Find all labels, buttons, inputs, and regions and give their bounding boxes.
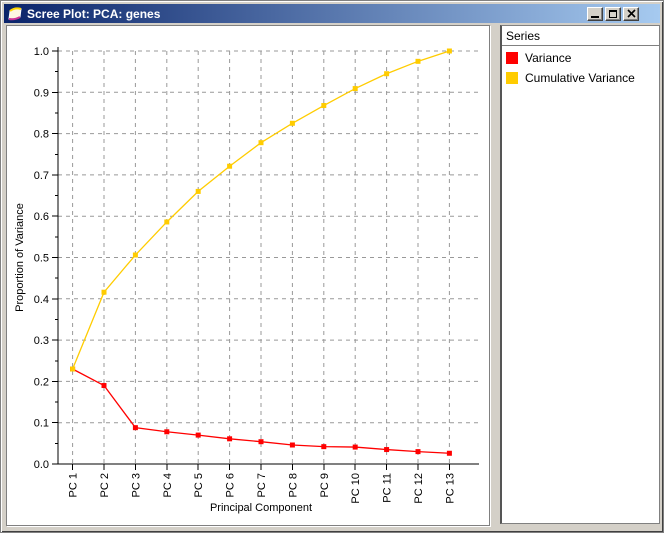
legend-label: Cumulative Variance <box>525 71 635 85</box>
data-point-cumulative-variance <box>289 120 295 126</box>
data-point-variance <box>321 444 327 450</box>
legend-item-variance: Variance <box>502 48 659 68</box>
window-title: Scree Plot: PCA: genes <box>27 6 161 21</box>
y-tick-label: 0.6 <box>34 211 49 223</box>
y-tick-label: 0.2 <box>34 376 49 388</box>
x-tick-label: PC 1 <box>68 473 80 497</box>
x-tick-label: PC 9 <box>319 473 331 497</box>
data-point-cumulative-variance <box>352 86 358 92</box>
x-tick-label: PC 2 <box>99 473 111 497</box>
app-fan-icon <box>8 6 22 20</box>
chart-panel: 0.0 0.1 0.2 0.3 0.4 0.5 0.6 0.7 0.8 0.9 1.0 PC 1 PC … <box>6 25 490 526</box>
data-point-cumulative-variance <box>132 252 138 258</box>
data-point-cumulative-variance <box>415 58 421 64</box>
data-point-variance <box>132 425 138 431</box>
y-tick-label: 0.8 <box>34 129 49 141</box>
data-point-variance <box>384 447 390 453</box>
data-point-variance <box>446 450 452 456</box>
y-tick-label: 0.0 <box>34 459 49 471</box>
legend-panel: Series Variance Cumulative Variance <box>500 25 660 524</box>
legend-item-cumulative-variance: Cumulative Variance <box>502 68 659 88</box>
data-point-cumulative-variance <box>195 188 201 194</box>
data-point-variance <box>164 429 170 435</box>
x-tick-label: PC 4 <box>162 473 174 497</box>
data-point-cumulative-variance <box>446 48 452 54</box>
data-point-cumulative-variance <box>101 289 107 295</box>
data-point-variance <box>227 436 233 442</box>
data-point-variance <box>258 439 264 445</box>
data-point-cumulative-variance <box>164 219 170 225</box>
data-point-variance <box>352 444 358 450</box>
data-point-cumulative-variance <box>321 103 327 109</box>
data-point-variance <box>101 383 107 389</box>
legend-items: Variance Cumulative Variance <box>502 46 659 88</box>
x-tick-label: PC 11 <box>382 473 394 503</box>
y-tick-label: 0.4 <box>34 294 49 306</box>
data-point-variance <box>289 442 295 448</box>
x-tick-label: PC 5 <box>193 473 205 497</box>
x-tick-label: PC 7 <box>256 473 268 497</box>
x-tick-label: PC 13 <box>444 473 456 504</box>
x-tick-label: PC 3 <box>130 473 142 497</box>
legend-header: Series <box>506 29 541 43</box>
legend-label: Variance <box>525 51 572 65</box>
data-point-cumulative-variance <box>227 163 233 169</box>
maximize-button[interactable] <box>605 6 621 21</box>
y-tick-label: 0.1 <box>34 418 49 430</box>
y-tick-label: 0.5 <box>34 253 49 265</box>
close-icon <box>626 9 636 18</box>
data-point-cumulative-variance <box>384 71 390 77</box>
data-point-variance <box>195 432 201 438</box>
y-tick-label: 0.9 <box>34 87 49 99</box>
x-tick-label: PC 8 <box>287 473 299 497</box>
x-tick-label: PC 12 <box>413 473 425 504</box>
maximize-icon <box>609 9 617 18</box>
y-axis-title: Proportion of Variance <box>14 203 26 312</box>
window-controls <box>585 6 639 21</box>
minimize-icon <box>591 15 599 18</box>
scree-plot-svg: 0.0 0.1 0.2 0.3 0.4 0.5 0.6 0.7 0.8 0.9 1.0 PC 1 PC … <box>14 46 479 514</box>
y-tick-label: 0.3 <box>34 335 49 347</box>
legend-swatch <box>506 52 518 64</box>
series-line-cumulative-variance <box>71 50 450 370</box>
x-tick-label: PC 6 <box>225 473 237 497</box>
y-tick-label: 0.7 <box>34 170 49 182</box>
window: Scree Plot: PCA: genes 0.0 0.1 0.2 0.3 0.4 0.… <box>0 0 664 533</box>
x-axis-title: Principal Component <box>210 502 312 514</box>
x-tick-label: PC 10 <box>350 473 362 504</box>
data-point-cumulative-variance <box>258 140 264 146</box>
minimize-button[interactable] <box>587 6 603 21</box>
y-tick-label: 1.0 <box>34 46 49 58</box>
legend-swatch <box>506 72 518 84</box>
titlebar[interactable]: Scree Plot: PCA: genes <box>4 4 660 23</box>
data-point-cumulative-variance <box>70 366 76 372</box>
close-button[interactable] <box>623 6 639 21</box>
data-point-variance <box>415 449 421 455</box>
